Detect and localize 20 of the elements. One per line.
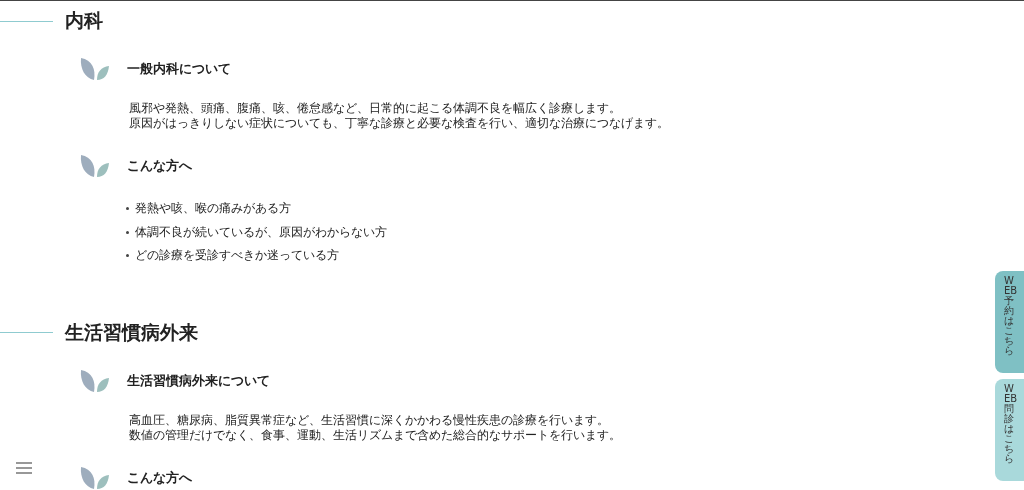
menu-icon[interactable] <box>16 462 32 474</box>
description-text: 高血圧、糖尿病、脂質異常症など、生活習慣に深くかかわる慢性疾患の診療を行います。 <box>129 412 609 428</box>
subsection-heading: 生活習慣病外来について <box>127 371 270 390</box>
description-text: 原因がはっきりしない症状についても、丁寧な診療と必要な検査を行い、適切な治療につなげます。 <box>129 116 669 131</box>
side-tab[interactable]: WEB問診はこちら <box>995 379 1024 481</box>
side-tab[interactable]: WEB予約はこちら <box>995 271 1024 373</box>
description-text: 風邪や発熱、頭痛、腹痛、咳、倦怠感など、日常的に起こる体調不良を幅広く診療します。 <box>129 101 621 116</box>
subsection-heading: 一般内科について <box>127 60 231 78</box>
list-item: 体調不良が続いているが、原因がわからない方 <box>135 223 387 241</box>
subsection-heading: こんな方へ <box>127 468 192 487</box>
section-title: 生活習慣病外来 <box>65 319 198 345</box>
list-item: 発熱や咳、喉の痛みがある方 <box>135 200 291 218</box>
leaf-icon <box>80 154 110 178</box>
section-title: 内科 <box>65 8 103 33</box>
subsection-heading: こんな方へ <box>127 157 192 175</box>
leaf-icon <box>80 57 110 81</box>
leaf-icon <box>80 368 110 393</box>
description-text: 数値の管理だけでなく、食事、運動、生活リズムまで含めた総合的なサポートを行います。 <box>129 427 621 443</box>
list-item: どの診療を受診すべきか迷っている方 <box>135 247 339 265</box>
leaf-icon <box>80 465 110 490</box>
